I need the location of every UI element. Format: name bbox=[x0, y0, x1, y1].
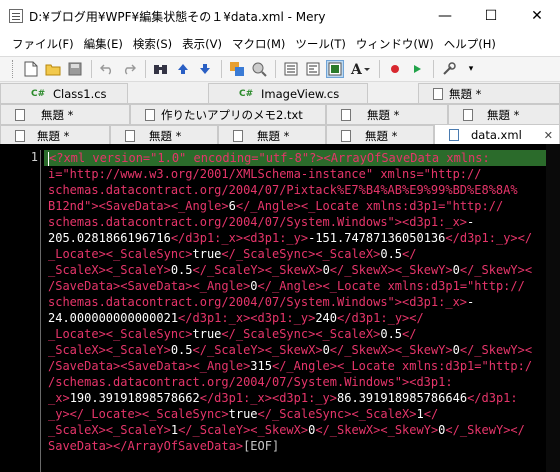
window-controls: — ☐ ✕ bbox=[422, 0, 560, 32]
minimize-button[interactable]: — bbox=[422, 0, 468, 32]
tab-class1[interactable]: C# Class1.cs bbox=[0, 83, 128, 103]
grep-icon[interactable] bbox=[250, 60, 268, 78]
toolbar-separator bbox=[433, 60, 434, 78]
toolbar-separator bbox=[379, 60, 380, 78]
document-icon bbox=[15, 129, 25, 142]
tab-label: ImageView.cs bbox=[261, 86, 340, 101]
menu-help[interactable]: ヘルプ(H) bbox=[444, 36, 496, 52]
gutter-separator bbox=[40, 150, 41, 472]
tab-imageview[interactable]: C# ImageView.cs bbox=[208, 83, 368, 103]
tab-label: 作りたいアプリのメモ2.txt bbox=[161, 107, 303, 122]
menu-macro[interactable]: マクロ(M) bbox=[232, 36, 285, 52]
vertical-scrollbar[interactable] bbox=[546, 144, 560, 472]
toolbar: A ▾ bbox=[0, 56, 560, 82]
tab-untitled[interactable]: 無題 * bbox=[418, 83, 560, 103]
tab-data-xml[interactable]: data.xml ✕ bbox=[434, 124, 560, 145]
open-folder-icon[interactable] bbox=[44, 60, 62, 78]
document-icon bbox=[15, 108, 25, 121]
document-icon bbox=[145, 108, 155, 121]
document-icon bbox=[463, 108, 473, 121]
find-down-icon[interactable] bbox=[196, 60, 214, 78]
view1-icon[interactable] bbox=[282, 60, 300, 78]
mery-app-icon bbox=[9, 9, 23, 23]
document-icon bbox=[341, 129, 351, 142]
tab-label: 無題 * bbox=[367, 107, 400, 122]
tab-label: data.xml bbox=[471, 128, 522, 142]
tab-memo2[interactable]: 作りたいアプリのメモ2.txt bbox=[130, 104, 326, 124]
tab-label: 無題 * bbox=[149, 128, 182, 143]
tab-label: 無題 * bbox=[487, 107, 520, 122]
line-number-gutter: 1 bbox=[0, 144, 40, 472]
tool-icon[interactable] bbox=[440, 60, 458, 78]
close-button[interactable]: ✕ bbox=[514, 0, 560, 32]
tab-untitled[interactable]: 無題 * bbox=[326, 125, 434, 145]
code-text[interactable]: <?xml version="1.0" encoding="utf-8"?><A… bbox=[48, 150, 546, 454]
eof-marker: [EOF] bbox=[243, 439, 280, 453]
document-icon bbox=[233, 129, 243, 142]
tab-label: 無題 * bbox=[449, 86, 482, 101]
svg-text:A: A bbox=[350, 62, 363, 77]
tab-label: 無題 * bbox=[37, 128, 70, 143]
toolbar-grip[interactable] bbox=[12, 60, 16, 78]
csharp-file-icon: C# bbox=[239, 88, 254, 99]
menu-search[interactable]: 検索(S) bbox=[133, 36, 172, 52]
toolbar-separator bbox=[221, 60, 222, 78]
menu-view[interactable]: 表示(V) bbox=[182, 36, 222, 52]
find-icon[interactable] bbox=[152, 60, 170, 78]
tab-label: 無題 * bbox=[365, 128, 398, 143]
tab-area: C# Class1.cs C# ImageView.cs 無題 * 無題 * 作… bbox=[0, 82, 560, 145]
view2-icon[interactable] bbox=[304, 60, 322, 78]
replace-icon[interactable] bbox=[228, 60, 246, 78]
run-macro-icon[interactable] bbox=[408, 60, 426, 78]
tab-untitled[interactable]: 無題 * bbox=[0, 125, 110, 145]
tab-untitled[interactable]: 無題 * bbox=[218, 125, 326, 145]
font-icon[interactable]: A bbox=[348, 60, 372, 78]
redo-icon[interactable] bbox=[120, 60, 138, 78]
document-icon bbox=[125, 129, 135, 142]
title-bar: D:¥ブログ用¥WPF¥編集状態その１¥data.xml - Mery — ☐ … bbox=[0, 0, 560, 32]
menu-window[interactable]: ウィンドウ(W) bbox=[356, 36, 434, 52]
tab-untitled[interactable]: 無題 * bbox=[110, 125, 218, 145]
toolbar-separator bbox=[275, 60, 276, 78]
xml-file-icon bbox=[449, 129, 459, 141]
tab-untitled[interactable]: 無題 * bbox=[326, 104, 448, 124]
menu-bar: ファイル(F) 編集(E) 検索(S) 表示(V) マクロ(M) ツール(T) … bbox=[0, 32, 560, 56]
csharp-file-icon: C# bbox=[31, 88, 46, 99]
document-icon bbox=[433, 87, 443, 100]
find-up-icon[interactable] bbox=[174, 60, 192, 78]
tab-label: 無題 * bbox=[257, 128, 290, 143]
toolbar-overflow-icon[interactable]: ▾ bbox=[462, 60, 480, 78]
undo-icon[interactable] bbox=[98, 60, 116, 78]
view3-icon[interactable] bbox=[326, 60, 344, 78]
tab-close-icon[interactable]: ✕ bbox=[544, 129, 553, 142]
toolbar-separator bbox=[145, 60, 146, 78]
tab-untitled[interactable]: 無題 * bbox=[0, 104, 130, 124]
document-icon bbox=[341, 108, 351, 121]
editor-area[interactable]: 1 <?xml version="1.0" encoding="utf-8"?>… bbox=[0, 144, 560, 472]
menu-edit[interactable]: 編集(E) bbox=[84, 36, 123, 52]
toolbar-separator bbox=[91, 60, 92, 78]
tab-label: Class1.cs bbox=[53, 86, 107, 101]
window-title: D:¥ブログ用¥WPF¥編集状態その１¥data.xml - Mery bbox=[29, 9, 326, 24]
record-macro-icon[interactable] bbox=[386, 60, 404, 78]
new-file-icon[interactable] bbox=[22, 60, 40, 78]
maximize-button[interactable]: ☐ bbox=[468, 0, 514, 32]
save-icon[interactable] bbox=[66, 60, 84, 78]
tab-label: 無題 * bbox=[41, 107, 74, 122]
tab-untitled[interactable]: 無題 * bbox=[448, 104, 560, 124]
menu-file[interactable]: ファイル(F) bbox=[12, 36, 74, 52]
menu-tools[interactable]: ツール(T) bbox=[295, 36, 346, 52]
line-number: 1 bbox=[30, 150, 38, 164]
